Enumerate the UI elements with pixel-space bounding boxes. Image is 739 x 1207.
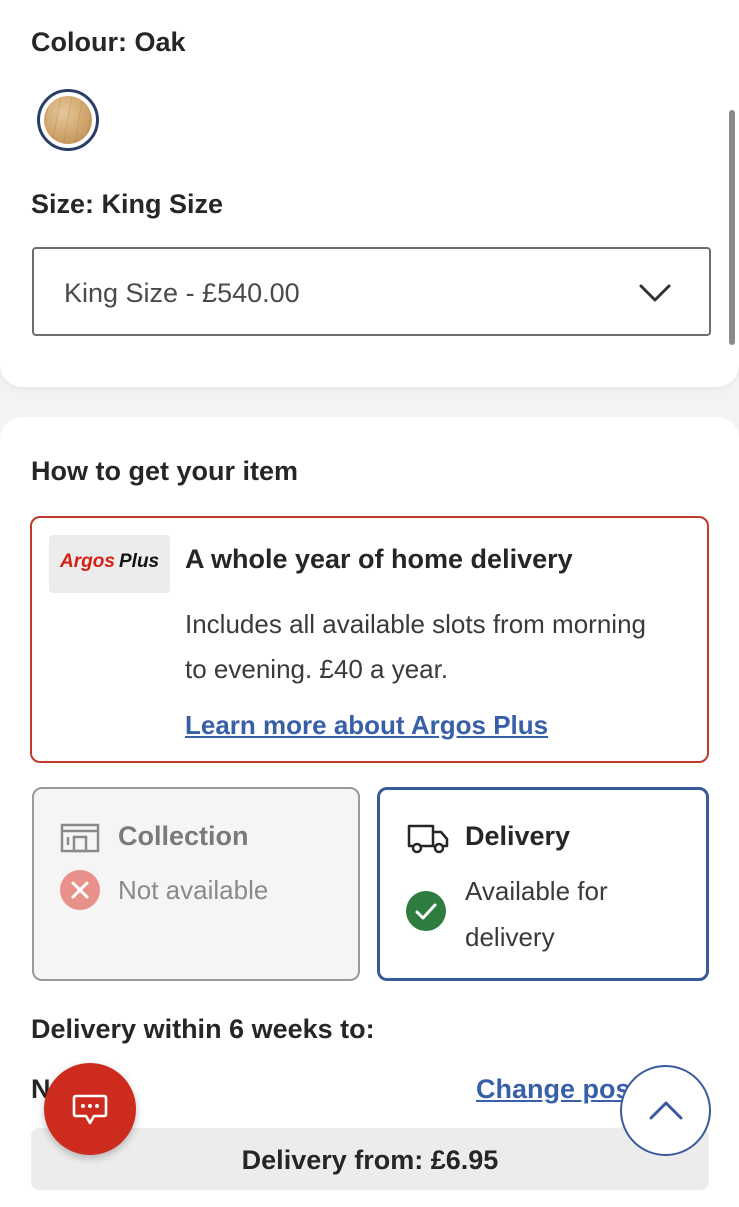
size-select-value: King Size - £540.00: [64, 278, 300, 308]
delivery-fee-text: Delivery from: £6.95: [241, 1145, 499, 1175]
size-label: Size: King Size: [31, 189, 224, 219]
back-to-top-button[interactable]: [620, 1065, 711, 1156]
argos-plus-title: A whole year of home delivery: [185, 544, 573, 574]
chevron-down-icon: [639, 284, 671, 302]
chat-icon: [72, 1094, 108, 1125]
argos-plus-logo: Argos Plus: [49, 535, 170, 593]
colour-swatch-oak[interactable]: [37, 89, 99, 151]
change-postcode-link[interactable]: Change pos: [476, 1074, 631, 1105]
plus-logo-text: Plus: [119, 551, 160, 572]
scrollbar[interactable]: [729, 110, 735, 345]
size-select[interactable]: King Size - £540.00: [32, 247, 711, 336]
collection-option[interactable]: Collection Not available: [32, 787, 360, 981]
store-icon: [60, 823, 100, 853]
colour-label: Colour: Oak: [31, 27, 186, 57]
learn-more-argos-plus-link[interactable]: Learn more about Argos Plus: [185, 710, 548, 741]
unavailable-icon: [60, 870, 100, 910]
available-check-icon: [406, 891, 446, 931]
product-options-card: Colour: Oak Size: King Size King Size - …: [0, 0, 739, 387]
van-icon: [407, 824, 449, 854]
chat-button[interactable]: [44, 1063, 136, 1155]
delivery-fee-bar: Delivery from: £6.95: [31, 1128, 709, 1190]
argos-plus-banner: Argos Plus A whole year of home delivery…: [30, 516, 709, 763]
collection-title: Collection: [118, 821, 249, 851]
collection-status: Not available: [118, 875, 269, 905]
chevron-up-icon: [649, 1101, 683, 1120]
fulfilment-heading: How to get your item: [31, 456, 299, 486]
argos-logo-text: Argos: [60, 551, 115, 572]
oak-swatch-image: [44, 96, 92, 144]
delivery-option[interactable]: Delivery Available for delivery: [377, 787, 709, 981]
argos-plus-description: Includes all available slots from mornin…: [185, 609, 646, 684]
delivery-status: Available for delivery: [465, 876, 608, 952]
delivery-within-heading: Delivery within 6 weeks to:: [31, 1014, 375, 1044]
delivery-title: Delivery: [465, 821, 571, 851]
